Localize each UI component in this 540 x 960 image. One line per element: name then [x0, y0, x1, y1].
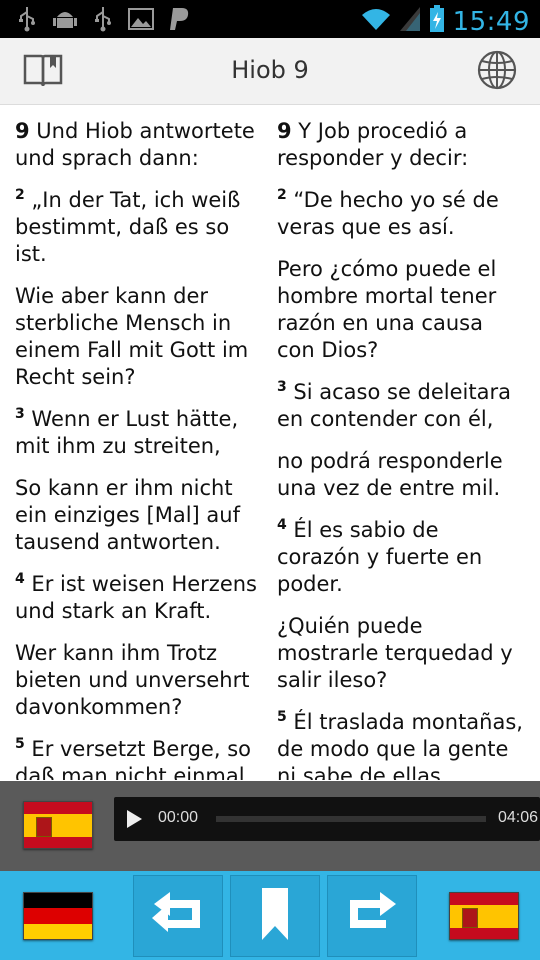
germany-flag[interactable]: [23, 892, 93, 940]
verse-text: Él traslada montañas, de modo que la gen…: [277, 710, 523, 780]
page-title: Hiob 9: [231, 56, 309, 84]
verse-text: Pero ¿cómo puede el hombre mortal tener …: [277, 257, 497, 362]
usb-icon: [14, 6, 40, 32]
next-chapter-icon: [344, 891, 400, 941]
verse-text: Und Hiob antwortete und sprach dann:: [15, 119, 255, 170]
verse-paragraph: ¿Quién puede mostrarle terquedad y salir…: [277, 613, 525, 694]
bookmark-icon: [260, 886, 290, 947]
status-bar: 15:49: [0, 0, 540, 38]
verse-paragraph: 3 Si acaso se deleitara en contender con…: [277, 379, 525, 433]
verse-number: 9: [277, 119, 292, 143]
spain-flag[interactable]: [449, 892, 519, 940]
verse-number: 9: [15, 119, 30, 143]
system-icons: 15:49: [361, 5, 530, 38]
verse-paragraph: 9 Und Hiob antwortete und sprach dann:: [15, 118, 263, 172]
bookmark-button[interactable]: [230, 875, 320, 957]
wifi-icon: [361, 7, 391, 36]
verse-text: „In der Tat, ich weiß bestimmt, daß es s…: [15, 188, 241, 266]
verse-paragraph: 9 Y Job procedió a responder y decir:: [277, 118, 525, 172]
verse-text: Si acaso se deleitara en contender con é…: [277, 380, 511, 431]
verse-paragraph: Pero ¿cómo puede el hombre mortal tener …: [277, 256, 525, 364]
paypal-icon: [166, 6, 192, 32]
verse-text: Er ist weisen Herzens und stark an Kraft…: [15, 572, 258, 623]
verse-paragraph: Wie aber kann der sterbliche Mensch in e…: [15, 283, 263, 391]
spain-flag[interactable]: [23, 801, 93, 849]
verse-paragraph: 5 Er versetzt Berge, so daß man nicht ei…: [15, 736, 263, 780]
verse-text: Y Job procedió a responder y decir:: [277, 119, 469, 170]
image-icon: [128, 6, 154, 32]
verse-number: 5: [277, 709, 287, 725]
battery-charging-icon: [429, 5, 445, 38]
verse-paragraph: Wer kann ihm Trotz bieten und unversehrt…: [15, 640, 263, 721]
verse-paragraph: no podrá responderle una vez de entre mi…: [277, 448, 525, 502]
verse-paragraph: So kann er ihm nicht ein einziges [Mal] …: [15, 475, 263, 556]
verse-number: 3: [15, 406, 25, 422]
verse-paragraph: 4 Er ist weisen Herzens und stark an Kra…: [15, 571, 263, 625]
notification-icons: [14, 6, 192, 32]
language-button[interactable]: [476, 50, 518, 95]
verse-paragraph: 3 Wenn er Lust hätte, mit ihm zu streite…: [15, 406, 263, 460]
usb-icon: [90, 6, 116, 32]
verse-text: So kann er ihm nicht ein einziges [Mal] …: [15, 476, 240, 554]
previous-chapter-icon: [150, 891, 206, 941]
bottom-navigation: [0, 871, 540, 960]
verse-paragraph: 2 “De hecho yo sé de veras que es así.: [277, 187, 525, 241]
verse-text: Él es sabio de corazón y fuerte en poder…: [277, 518, 483, 596]
previous-chapter-button[interactable]: [133, 875, 223, 957]
verse-paragraph: 2 „In der Tat, ich weiß bestimmt, daß es…: [15, 187, 263, 268]
signal-icon: [399, 6, 421, 37]
verse-text: “De hecho yo sé de veras que es así.: [277, 188, 499, 239]
verse-text: Wer kann ihm Trotz bieten und unversehrt…: [15, 641, 250, 719]
globe-icon: [477, 50, 517, 95]
verse-number: 4: [277, 517, 287, 533]
spanish-text-column: 9 Y Job procedió a responder y decir: 2 “…: [277, 118, 525, 780]
next-chapter-button[interactable]: [327, 875, 417, 957]
verse-paragraph: 5 Él traslada montañas, de modo que la g…: [277, 709, 525, 780]
verse-paragraph: 4 Él es sabio de corazón y fuerte en pod…: [277, 517, 525, 598]
android-debug-icon: [52, 6, 78, 32]
german-text-column: 9 Und Hiob antwortete und sprach dann: 2 …: [15, 118, 263, 780]
audio-progress-bar: 00:00 04:06: [114, 797, 540, 841]
verse-text: Wenn er Lust hätte, mit ihm zu streiten,: [15, 407, 239, 458]
verse-number: 2: [15, 187, 25, 203]
verse-number: 5: [15, 736, 25, 752]
play-icon[interactable]: [124, 809, 144, 834]
verse-text: ¿Quién puede mostrarle terquedad y salir…: [277, 614, 513, 692]
seek-bar[interactable]: [216, 816, 486, 822]
bible-text-area[interactable]: 9 Und Hiob antwortete und sprach dann: 2 …: [0, 106, 540, 780]
total-time: 04:06: [497, 809, 538, 826]
top-bar: Hiob 9: [0, 38, 540, 105]
verse-text: no podrá responderle una vez de entre mi…: [277, 449, 503, 500]
verse-number: 4: [15, 571, 25, 587]
verse-number: 3: [277, 379, 287, 395]
verse-number: 2: [277, 187, 287, 203]
verse-text: Er versetzt Berge, so daß man nicht einm…: [15, 737, 251, 780]
current-time: 00:00: [158, 809, 199, 826]
verse-text: Wie aber kann der sterbliche Mensch in e…: [15, 284, 249, 389]
status-time: 15:49: [452, 6, 530, 37]
